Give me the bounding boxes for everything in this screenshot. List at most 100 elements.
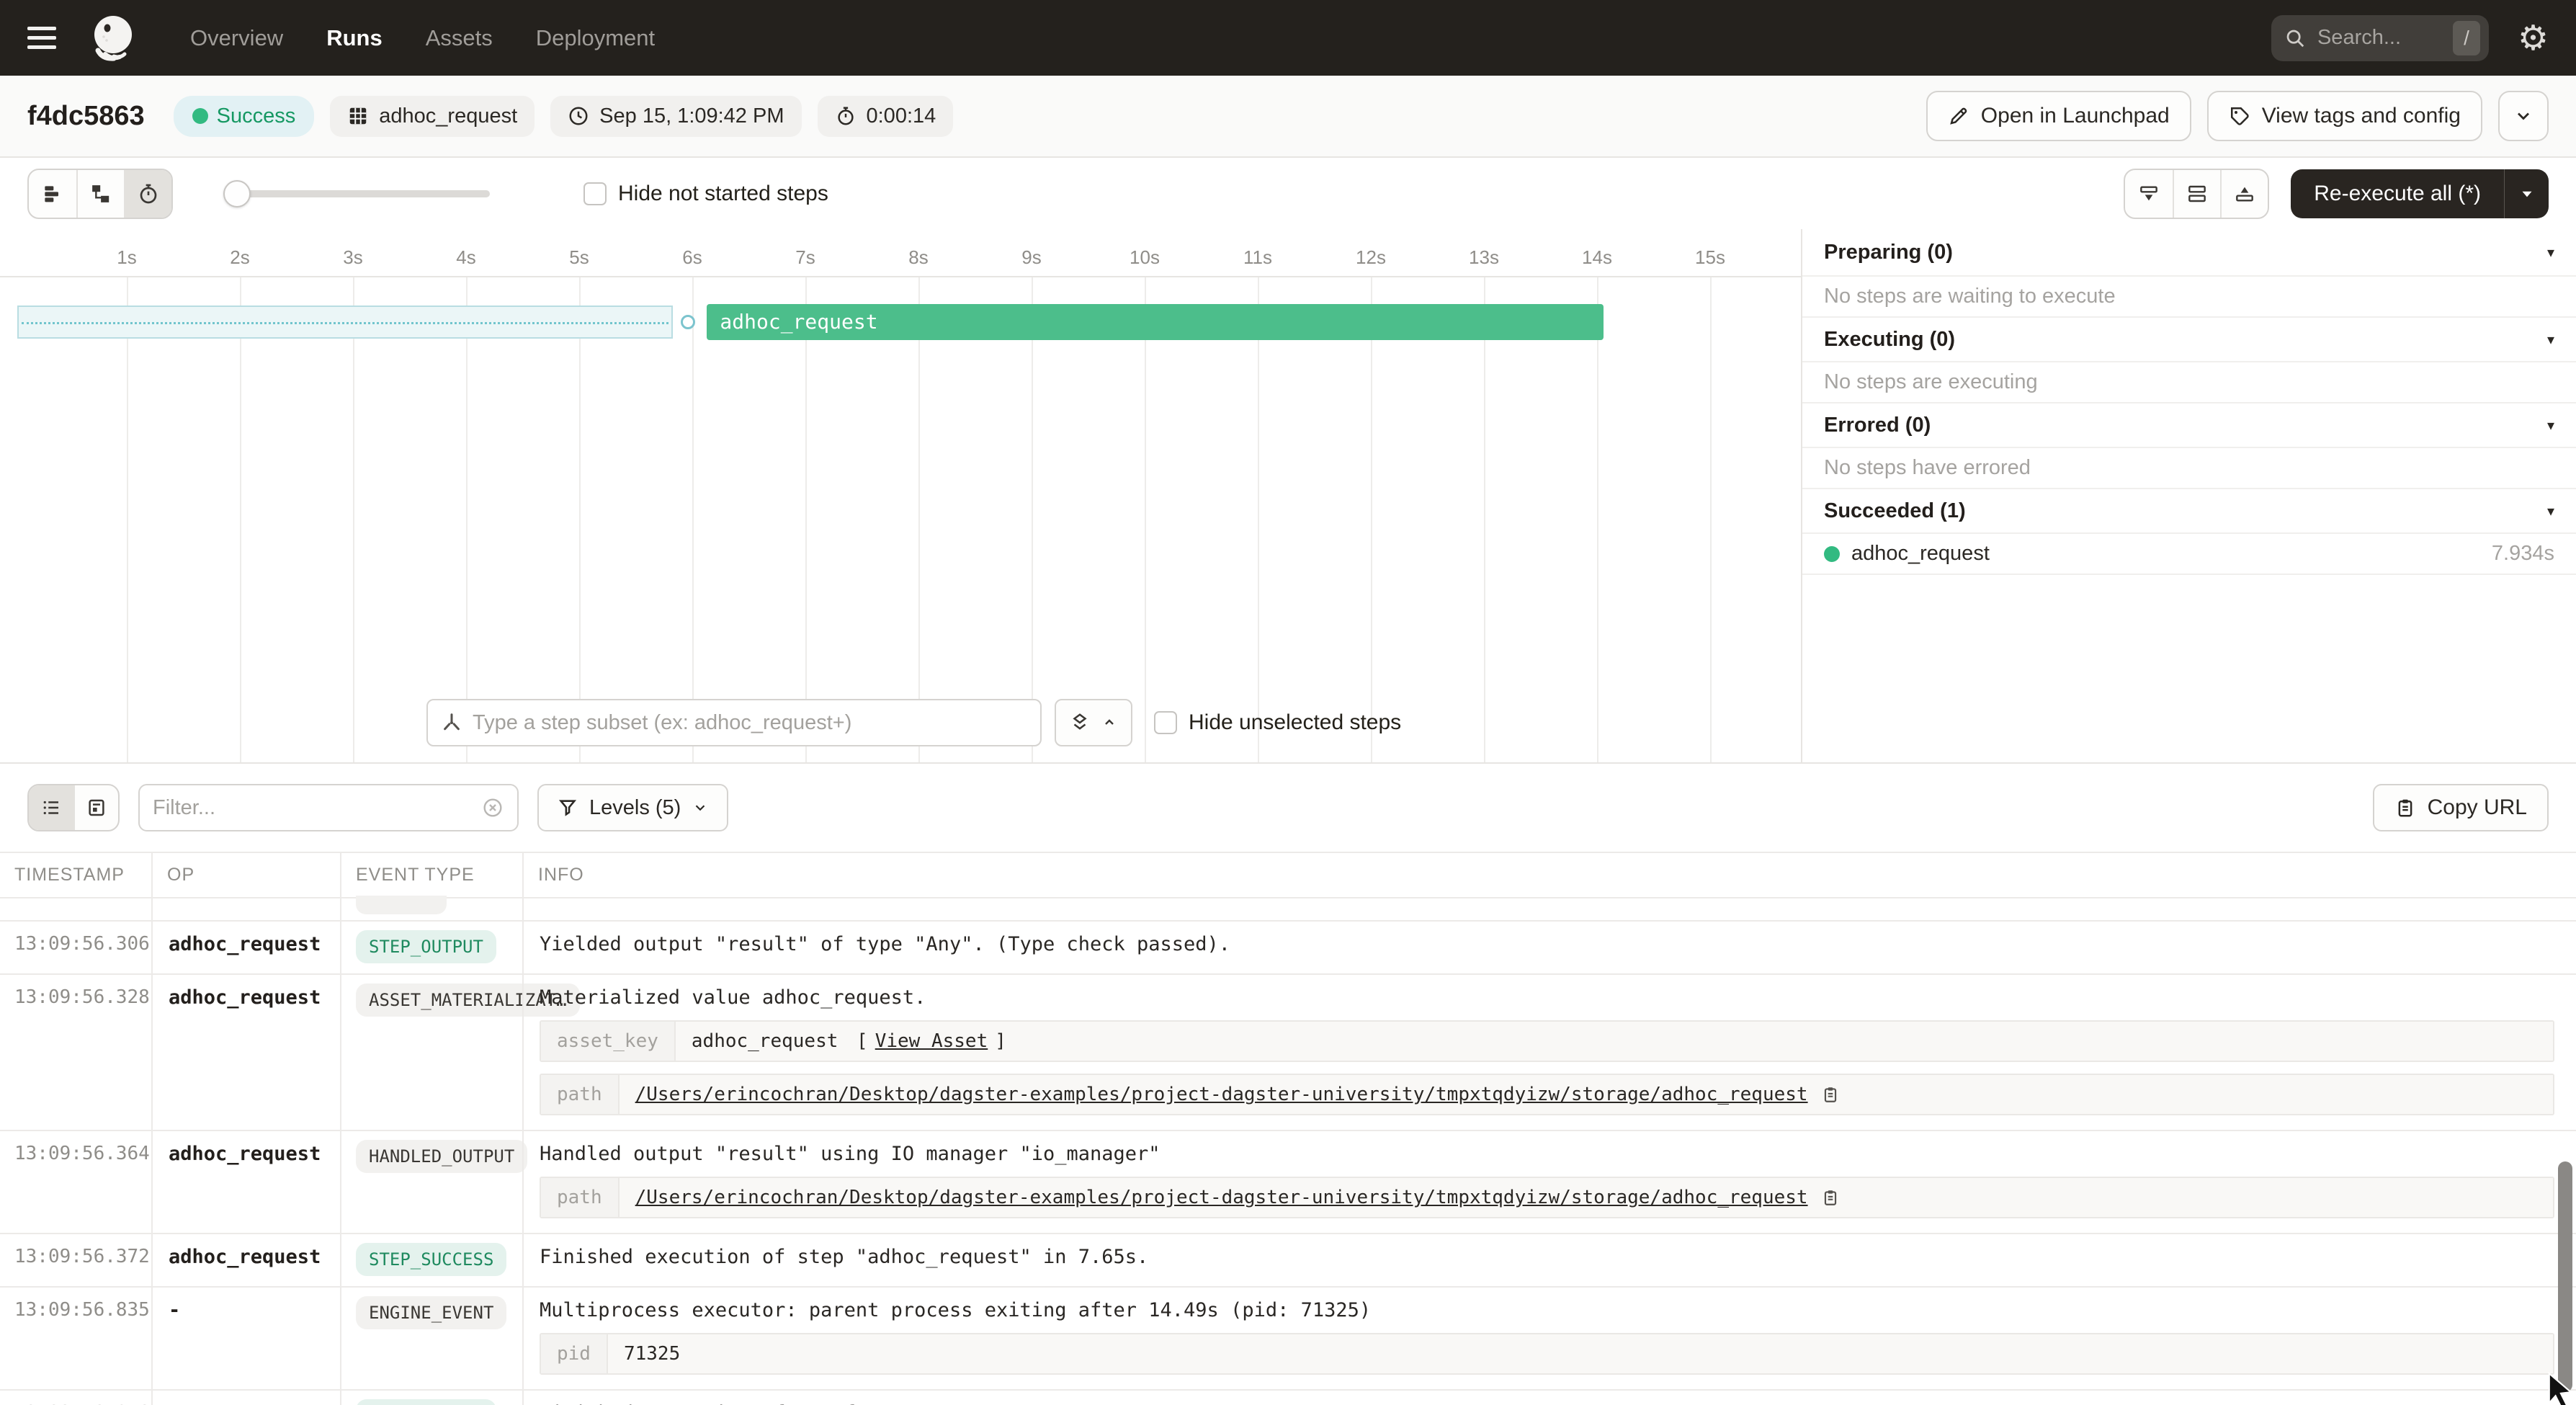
open-in-launchpad-button[interactable]: Open in Launchpad bbox=[1926, 91, 2191, 141]
nav-item-runs[interactable]: Runs bbox=[326, 25, 383, 51]
view-flat-button[interactable] bbox=[29, 170, 76, 218]
panel-section-header[interactable]: Executing (0)▾ bbox=[1802, 318, 2576, 362]
clear-filter-icon[interactable] bbox=[481, 796, 504, 819]
panel-section-header[interactable]: Preparing (0)▾ bbox=[1802, 229, 2576, 277]
nav-item-deployment[interactable]: Deployment bbox=[536, 25, 655, 51]
log-op: adhoc_request bbox=[151, 1131, 340, 1233]
log-info-cell: Materialized value adhoc_request.asset_k… bbox=[522, 975, 2576, 1130]
axis-tick-label: 5s bbox=[550, 246, 608, 269]
log-timestamp: 13:09:56.372 bbox=[0, 1234, 151, 1286]
axis-grid-line bbox=[692, 277, 694, 762]
slider-knob[interactable] bbox=[223, 180, 251, 208]
view-waterfall-button[interactable] bbox=[76, 170, 124, 218]
view-timed-button[interactable] bbox=[124, 170, 171, 218]
run-id: f4dc5863 bbox=[27, 101, 145, 132]
axis-grid-line bbox=[353, 277, 354, 762]
log-row[interactable]: 13:09:56.835-ENGINE_EVENTMultiprocess ex… bbox=[0, 1286, 2576, 1389]
levels-filter-button[interactable]: Levels (5) bbox=[537, 784, 728, 831]
log-row[interactable]: 13:09:56.846-RUN_SUCCESSFinished executi… bbox=[0, 1389, 2576, 1405]
subset-options-button[interactable] bbox=[1055, 699, 1132, 746]
step-subset-input[interactable] bbox=[473, 711, 1027, 735]
log-op: - bbox=[151, 1288, 340, 1389]
log-timestamp: 13:09:56.846 bbox=[0, 1391, 151, 1405]
nav-item-assets[interactable]: Assets bbox=[426, 25, 493, 51]
axis-grid-line bbox=[1484, 277, 1485, 762]
step-subset-row: Hide unselected steps bbox=[426, 699, 1401, 746]
metadata-row: pid71325 bbox=[540, 1333, 2554, 1375]
axis-grid-line bbox=[127, 277, 128, 762]
settings-gear-icon[interactable]: ⚙ bbox=[2518, 18, 2549, 58]
panel-bottom-button[interactable] bbox=[2125, 170, 2173, 218]
duration-pill: 0:00:14 bbox=[818, 96, 954, 137]
log-list-view-button[interactable] bbox=[29, 785, 73, 830]
log-structured-view-button[interactable] bbox=[73, 785, 118, 830]
search-input[interactable]: Search... / bbox=[2271, 15, 2489, 61]
metadata-path-link[interactable]: /Users/erincochran/Desktop/dagster-examp… bbox=[635, 1084, 1808, 1105]
bracket: [ bbox=[845, 1030, 867, 1052]
menu-icon[interactable] bbox=[27, 27, 56, 49]
axis-tick-label: 9s bbox=[1003, 246, 1060, 269]
event-type-badge: STEP_OUTPUT bbox=[356, 930, 496, 963]
mouse-cursor bbox=[2543, 1370, 2576, 1405]
layers-icon bbox=[1069, 712, 1091, 733]
panel-section-header[interactable]: Errored (0)▾ bbox=[1802, 403, 2576, 448]
log-row[interactable]: 13:09:56.306adhoc_requestSTEP_OUTPUTYiel… bbox=[0, 920, 2576, 973]
log-timestamp: 13:09:56.328 bbox=[0, 975, 151, 1130]
axis-tick-label: 11s bbox=[1229, 246, 1287, 269]
log-row[interactable]: 13:09:56.328adhoc_requestASSET_MATERIALI… bbox=[0, 973, 2576, 1130]
axis-grid-line bbox=[918, 277, 920, 762]
log-row[interactable]: 13:09:56.372adhoc_requestSTEP_SUCCESSFin… bbox=[0, 1233, 2576, 1286]
panel-empty-message: No steps are waiting to execute bbox=[1802, 277, 2576, 318]
gantt-zoom-slider[interactable] bbox=[223, 179, 490, 208]
log-filter-input[interactable] bbox=[153, 796, 473, 820]
run-header: f4dc5863 Success adhoc_request Sep 15, 1… bbox=[0, 76, 2576, 158]
log-column-header: OP bbox=[151, 853, 340, 897]
panel-empty-message: No steps have errored bbox=[1802, 448, 2576, 489]
slider-track[interactable] bbox=[223, 190, 490, 197]
log-toolbar: Levels (5) Copy URL bbox=[0, 764, 2576, 852]
panel-top-button[interactable] bbox=[2220, 170, 2268, 218]
copy-url-button[interactable]: Copy URL bbox=[2373, 784, 2549, 831]
run-logs-section: Levels (5) Copy URL TIMESTAMPOPEVENT TYP… bbox=[0, 764, 2576, 1405]
axis-grid-line bbox=[1371, 277, 1372, 762]
metadata-row: asset_keyadhoc_request [View Asset] bbox=[540, 1020, 2554, 1062]
panel-step-row[interactable]: adhoc_request7.934s bbox=[1802, 534, 2576, 575]
hide-not-started-checkbox[interactable] bbox=[583, 182, 607, 205]
stopwatch-icon bbox=[835, 105, 857, 127]
copy-path-icon[interactable] bbox=[1821, 1188, 1840, 1207]
gantt-timeline: 1s2s3s4s5s6s7s8s9s10s11s12s13s14s15s adh… bbox=[0, 229, 1801, 762]
log-op: adhoc_request bbox=[151, 1234, 340, 1286]
axis-tick-label: 1s bbox=[98, 246, 156, 269]
copy-path-icon[interactable] bbox=[1821, 1085, 1840, 1104]
panel-split-button[interactable] bbox=[2173, 170, 2220, 218]
log-column-header: EVENT TYPE bbox=[340, 853, 522, 897]
log-info-text: Handled output "result" using IO manager… bbox=[540, 1143, 2554, 1165]
gantt-chart-section: 1s2s3s4s5s6s7s8s9s10s11s12s13s14s15s adh… bbox=[0, 229, 2576, 764]
log-row[interactable]: 13:09:56.364adhoc_requestHANDLED_OUTPUTH… bbox=[0, 1130, 2576, 1233]
log-event-type-cell: ASSET_MATERIALIZAT… bbox=[340, 975, 522, 1130]
vertical-scrollbar[interactable] bbox=[2558, 1161, 2572, 1392]
panel-section-header[interactable]: Succeeded (1)▾ bbox=[1802, 489, 2576, 534]
axis-grid-line bbox=[1597, 277, 1598, 762]
axis-tick-label: 8s bbox=[890, 246, 947, 269]
event-type-badge: HANDLED_OUTPUT bbox=[356, 1140, 527, 1173]
log-rows-container: 13:09:56.306adhoc_requestSTEP_OUTPUTYiel… bbox=[0, 920, 2576, 1405]
metadata-path-link[interactable]: /Users/erincochran/Desktop/dagster-examp… bbox=[635, 1187, 1808, 1208]
reexecute-all-button[interactable]: Re-execute all (*) bbox=[2291, 169, 2549, 218]
caret-down-icon: ▾ bbox=[2547, 331, 2554, 349]
dagster-logo[interactable] bbox=[85, 11, 140, 66]
view-tags-config-button[interactable]: View tags and config bbox=[2207, 91, 2482, 141]
job-name-pill[interactable]: adhoc_request bbox=[330, 96, 535, 137]
nav-item-overview[interactable]: Overview bbox=[190, 25, 283, 51]
tag-icon bbox=[2229, 105, 2250, 127]
metadata-key: asset_key bbox=[541, 1022, 676, 1061]
hide-unselected-checkbox[interactable] bbox=[1154, 711, 1177, 734]
view-asset-link[interactable]: View Asset bbox=[875, 1030, 988, 1052]
pencil-icon bbox=[1948, 105, 1969, 127]
caret-down-icon: ▾ bbox=[2547, 416, 2554, 434]
axis-tick-label: 6s bbox=[663, 246, 721, 269]
run-actions-chevron-button[interactable] bbox=[2498, 91, 2549, 141]
reexecute-chevron[interactable] bbox=[2504, 169, 2549, 218]
log-timestamp: 13:09:56.306 bbox=[0, 922, 151, 973]
gantt-step-bar[interactable]: adhoc_request bbox=[707, 304, 1604, 340]
